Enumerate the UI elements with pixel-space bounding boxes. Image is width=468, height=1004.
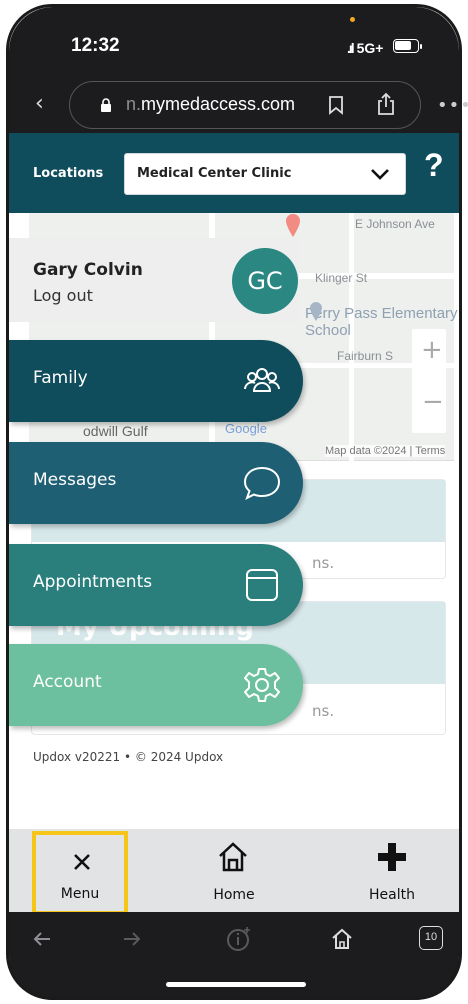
mic-indicator-dot <box>350 17 355 22</box>
browser-home-icon[interactable] <box>331 928 353 950</box>
back-chevron-icon[interactable]: ‹ <box>35 91 44 116</box>
card-snippet: ns. <box>312 554 335 572</box>
zoom-out-button[interactable]: − <box>422 387 444 417</box>
locations-bar: Locations Medical Center Clinic ? <box>9 133 459 213</box>
share-icon[interactable] <box>376 92 396 116</box>
map-zoom-controls: + − <box>412 329 446 433</box>
url-domain: mymedaccess.com <box>141 94 296 114</box>
zoom-in-button[interactable]: + <box>421 335 443 365</box>
card-snippet: ns. <box>312 702 335 720</box>
menu-item-appointments[interactable]: Appointments <box>9 544 303 626</box>
health-button-label: Health <box>369 887 415 903</box>
map-label: E Johnson Ave <box>355 217 435 231</box>
more-icon[interactable]: ••• <box>437 95 468 116</box>
map-label: odwill Gulf <box>83 423 148 439</box>
bottom-nav: Menu Home Health <box>9 829 459 915</box>
home-icon <box>219 842 247 872</box>
logout-link[interactable]: Log out <box>33 286 93 305</box>
url-text[interactable]: n.mymedaccess.com <box>126 94 295 115</box>
safari-toolbar: 10 <box>9 912 459 1000</box>
phone-screen: 12:32 .ıl 5G+ ‹ n.mymedaccess.com ••• Lo… <box>0 0 468 1004</box>
browser-chrome: 12:32 .ıl 5G+ ‹ n.mymedaccess.com ••• <box>9 7 468 133</box>
gear-icon <box>225 648 299 722</box>
google-logo: Google <box>225 421 267 436</box>
chevron-down-icon <box>371 169 389 180</box>
plus-icon <box>378 843 406 871</box>
browser-back-icon[interactable] <box>31 928 53 950</box>
map-terms-link[interactable]: Terms <box>415 445 445 457</box>
map-label: Fairburn S <box>337 349 394 363</box>
map-data-credit: Map data ©2024 <box>325 445 407 457</box>
menu-button-label: Menu <box>60 886 100 902</box>
map-credit: Map data ©2024 | Terms <box>325 445 446 457</box>
help-button[interactable]: ? <box>424 147 444 184</box>
menu-button[interactable]: Menu <box>32 831 128 915</box>
home-button[interactable]: Home <box>179 829 289 912</box>
family-icon <box>225 344 299 418</box>
school-pin-icon <box>310 302 322 321</box>
menu-item-account[interactable]: Account <box>9 644 303 726</box>
menu-item-label: Account <box>33 672 102 692</box>
home-button-label: Home <box>213 887 255 903</box>
menu-item-label: Family <box>33 368 88 388</box>
reader-info-icon[interactable] <box>225 925 253 953</box>
calendar-icon <box>225 548 299 622</box>
signal-icon: .ıl 5G+ <box>347 40 384 56</box>
battery-icon <box>393 39 419 53</box>
browser-forward-icon[interactable] <box>121 928 143 950</box>
status-time: 12:32 <box>71 35 120 56</box>
close-icon <box>74 854 90 870</box>
map-label: Klinger St <box>315 271 368 285</box>
location-selected-value: Medical Center Clinic <box>137 166 292 181</box>
url-bar[interactable]: n.mymedaccess.com <box>69 81 421 129</box>
avatar: GC <box>232 248 298 314</box>
bookmark-icon[interactable] <box>328 95 344 115</box>
user-name: Gary Colvin <box>33 260 143 280</box>
menu-item-family[interactable]: Family <box>9 340 303 422</box>
map-pin-icon <box>286 214 300 237</box>
network-label: 5G+ <box>356 40 384 56</box>
menu-item-label: Messages <box>33 470 117 490</box>
tabs-button[interactable]: 10 <box>419 926 443 950</box>
lock-icon <box>101 98 111 112</box>
version-footer: Updox v20221 • © 2024 Updox <box>33 750 224 764</box>
health-button[interactable]: Health <box>337 829 447 912</box>
url-faded-part: n. <box>126 94 142 114</box>
locations-label: Locations <box>33 166 104 181</box>
battery-nub <box>420 44 422 49</box>
location-select[interactable]: Medical Center Clinic <box>124 153 406 195</box>
menu-item-label: Appointments <box>33 572 153 592</box>
menu-item-messages[interactable]: Messages <box>9 442 303 524</box>
home-indicator <box>166 982 306 987</box>
message-bubble-icon <box>225 446 299 520</box>
